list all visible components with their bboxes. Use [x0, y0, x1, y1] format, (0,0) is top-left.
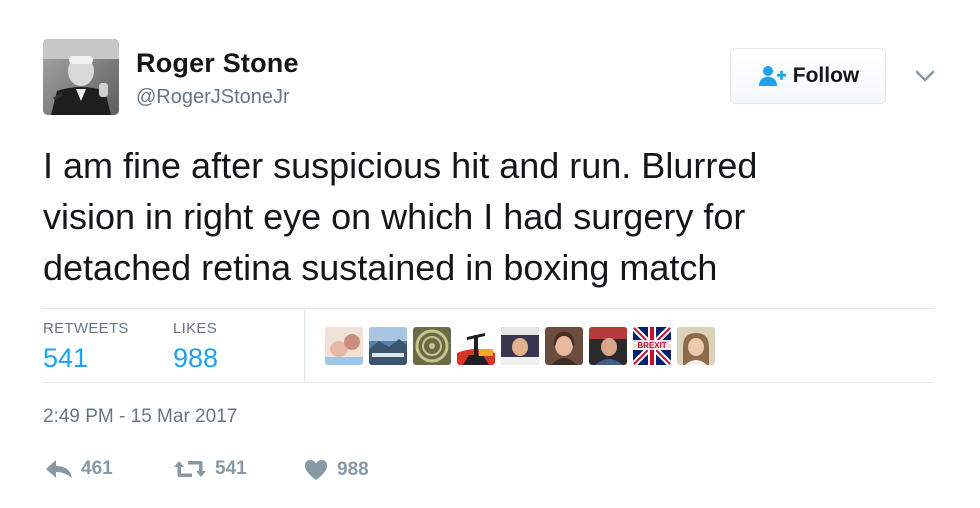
retweets-count: 541 — [43, 343, 89, 373]
liker-avatar-6[interactable] — [545, 327, 583, 365]
tweet-timestamp[interactable]: 2:49 PM - 15 Mar 2017 — [43, 406, 237, 428]
stats-bottom-divider — [43, 382, 933, 383]
retweets-stat[interactable]: RETWEETS 541 — [43, 320, 129, 373]
profile-photo-image — [43, 39, 119, 115]
retweet-count: 541 — [215, 458, 247, 479]
chevron-down-icon[interactable] — [913, 66, 937, 86]
liker-avatar-1[interactable] — [325, 327, 363, 365]
retweets-label: RETWEETS — [43, 320, 129, 337]
liker-avatar-8[interactable]: BREXIT — [633, 327, 671, 365]
heart-icon — [305, 460, 327, 480]
likes-count: 988 — [173, 343, 219, 373]
tweet-card: Roger Stone @RogerJStoneJr Follow I am f… — [0, 0, 980, 508]
profile-avatar[interactable] — [43, 39, 119, 115]
tweet-text: I am fine after suspicious hit and run. … — [43, 145, 758, 288]
reply-icon — [46, 460, 72, 478]
like-button[interactable]: 988 — [303, 458, 369, 482]
svg-text:BREXIT: BREXIT — [637, 341, 666, 350]
liker-avatar-7[interactable] — [589, 327, 627, 365]
likes-label: LIKES — [173, 320, 218, 337]
user-handle[interactable]: @RogerJStoneJr — [136, 86, 290, 109]
stats-vertical-divider — [304, 308, 305, 382]
liker-avatar-2[interactable] — [369, 327, 407, 365]
liker-avatar-4[interactable] — [457, 327, 495, 365]
reply-button[interactable]: 461 — [45, 458, 113, 480]
likes-stat[interactable]: LIKES 988 — [173, 320, 218, 373]
liker-avatar-9[interactable] — [677, 327, 715, 365]
display-name[interactable]: Roger Stone — [136, 48, 299, 79]
follow-button-label: Follow — [792, 64, 860, 87]
stats-top-divider — [43, 308, 933, 309]
liker-avatar-3[interactable] — [413, 327, 451, 365]
reply-count: 461 — [81, 458, 113, 479]
liker-avatars: BREXIT — [325, 327, 715, 365]
follow-person-plus-icon — [758, 66, 786, 86]
liker-avatar-5[interactable] — [501, 327, 539, 365]
like-count: 988 — [337, 459, 369, 480]
follow-button[interactable]: Follow — [730, 48, 886, 104]
retweet-button[interactable]: 541 — [173, 458, 247, 480]
retweet-icon — [174, 461, 206, 477]
